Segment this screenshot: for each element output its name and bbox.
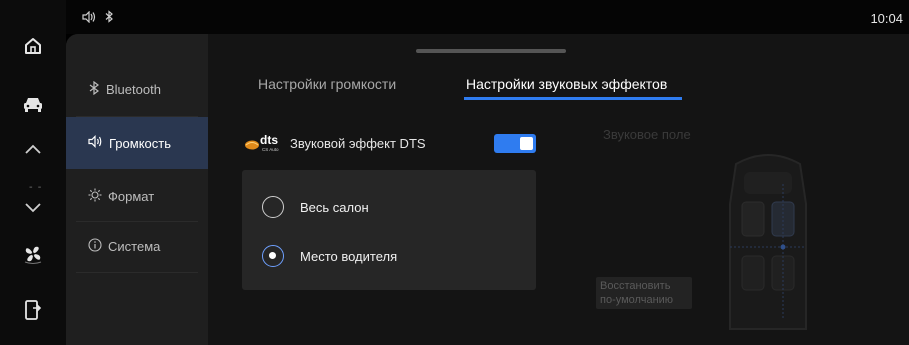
- fan-icon[interactable]: [21, 242, 45, 266]
- info-icon: [88, 237, 102, 255]
- active-tab-indicator: [464, 97, 682, 100]
- drag-handle[interactable]: [416, 49, 566, 53]
- menu-item-bluetooth[interactable]: Bluetooth: [66, 63, 208, 115]
- bluetooth-icon: [88, 80, 100, 98]
- option-whole-cabin[interactable]: Весь салон: [262, 195, 369, 219]
- dts-effect-label: Звуковой эффект DTS: [290, 136, 426, 151]
- restore-default-button[interactable]: Восстановить по-умолчанию: [596, 277, 692, 309]
- option-label: Весь салон: [300, 199, 369, 215]
- dts-logo: dts CS Auto: [244, 132, 284, 154]
- menu-item-label: Громкость: [109, 135, 171, 151]
- sun-icon: [88, 188, 102, 205]
- bluetooth-icon: [104, 10, 114, 28]
- dts-logo-subtext: CS Auto: [262, 147, 279, 152]
- status-bar: 10:04: [66, 0, 909, 34]
- radio-button-selected[interactable]: [262, 245, 284, 267]
- tab-sound-effects[interactable]: Настройки звуковых эффектов: [466, 76, 667, 92]
- temperature-placeholder: - -: [29, 182, 43, 193]
- content-panel: Настройки громкости Настройки звуковых э…: [208, 34, 909, 345]
- sound-area-options: Весь салон Место водителя: [242, 170, 536, 290]
- menu-item-format[interactable]: Формат: [66, 170, 208, 222]
- sound-field-title: Звуковое поле: [603, 127, 691, 142]
- car-icon[interactable]: [21, 92, 45, 116]
- clock: 10:04: [870, 11, 903, 26]
- left-rail: - -: [0, 0, 66, 345]
- option-driver-seat[interactable]: Место водителя: [262, 244, 397, 268]
- home-icon[interactable]: [21, 34, 45, 58]
- settings-menu: Bluetooth Громкость Формат Система: [66, 34, 208, 345]
- menu-item-label: Система: [108, 238, 161, 254]
- settings-app: Bluetooth Громкость Формат Система Настр…: [66, 34, 909, 345]
- chevron-down-icon[interactable]: [21, 195, 45, 219]
- speaker-icon: [88, 135, 103, 151]
- menu-item-volume[interactable]: Громкость: [66, 117, 208, 169]
- dts-logo-text: dts: [260, 133, 278, 147]
- car-sound-field-graphic: [708, 144, 828, 339]
- menu-item-system[interactable]: Система: [66, 220, 208, 272]
- menu-item-label: Формат: [108, 188, 155, 204]
- tab-volume-settings[interactable]: Настройки громкости: [258, 76, 396, 92]
- dts-toggle[interactable]: [494, 134, 536, 153]
- menu-item-label: Bluetooth: [106, 81, 161, 97]
- radio-button[interactable]: [262, 196, 284, 218]
- divider: [76, 272, 198, 273]
- toggle-knob: [520, 137, 533, 150]
- speaker-icon: [82, 10, 96, 28]
- phone-mirror-icon[interactable]: [21, 298, 45, 322]
- chevron-up-icon[interactable]: [21, 137, 45, 161]
- option-label: Место водителя: [300, 248, 398, 264]
